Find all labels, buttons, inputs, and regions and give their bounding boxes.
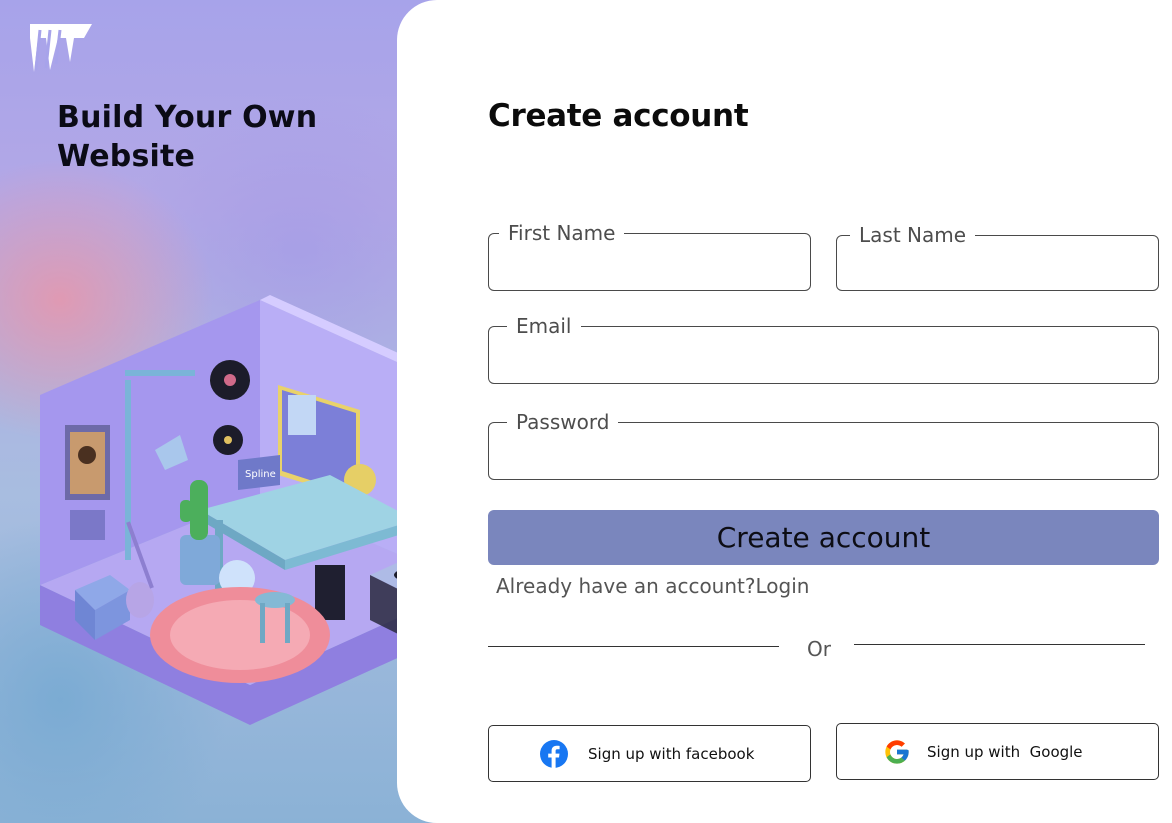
google-icon [885, 739, 909, 764]
last-name-label: Last Name [850, 223, 976, 247]
login-link[interactable]: Login [755, 574, 809, 598]
first-name-field[interactable]: First Name [488, 221, 811, 291]
first-name-label: First Name [499, 221, 625, 245]
hero-title: Build Your Own Website [57, 98, 357, 176]
email-field[interactable]: Email [488, 314, 1159, 384]
create-account-button[interactable]: Create account [488, 510, 1159, 565]
first-name-input[interactable] [503, 248, 796, 282]
facebook-signup-button[interactable]: Sign up with facebook [488, 725, 811, 782]
facebook-signup-label: Sign up with facebook [588, 744, 755, 763]
email-label: Email [507, 314, 581, 338]
facebook-icon [540, 739, 568, 768]
google-signup-label: Sign up with Google [927, 742, 1083, 761]
last-name-field[interactable]: Last Name [836, 223, 1159, 291]
brand-logo-icon [30, 24, 92, 72]
password-input[interactable] [503, 437, 1144, 471]
form-title: Create account [488, 98, 749, 134]
divider-or-text: Or [807, 637, 831, 661]
login-prompt-text: Already have an account? [496, 574, 756, 598]
divider-left-line [488, 646, 779, 647]
hero-panel: Build Your Own Website Spline [0, 0, 475, 823]
password-field[interactable]: Password [488, 410, 1159, 480]
google-signup-button[interactable]: Sign up with Google [836, 723, 1159, 780]
password-label: Password [507, 410, 619, 434]
laptop-screen-text: Spline [245, 469, 276, 480]
login-prompt: Already have an account?Login [496, 574, 809, 598]
divider-right-line [854, 644, 1145, 645]
hero-title-line-1: Build Your Own [57, 100, 318, 135]
last-name-input[interactable] [851, 250, 1144, 282]
hero-title-line-2: Website [57, 139, 196, 174]
email-input[interactable] [503, 341, 1144, 375]
